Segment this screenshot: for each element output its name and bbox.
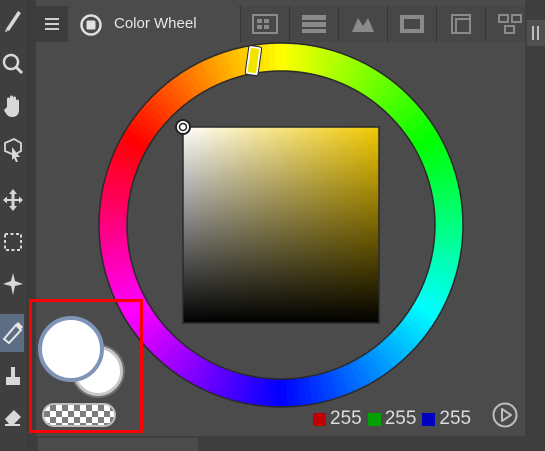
saturation-value-square[interactable] bbox=[182, 126, 380, 324]
right-dock-tab-icon[interactable] bbox=[527, 20, 545, 46]
play-icon[interactable] bbox=[492, 402, 518, 428]
sv-picker[interactable] bbox=[175, 119, 191, 135]
right-dock-strip bbox=[525, 0, 545, 451]
history-icon[interactable] bbox=[387, 6, 436, 42]
main-color-swatch[interactable] bbox=[38, 316, 104, 382]
approximate-color-icon[interactable] bbox=[338, 6, 387, 42]
blue-chip bbox=[422, 412, 436, 426]
green-value: 255 bbox=[384, 408, 417, 429]
move-layer-icon[interactable] bbox=[0, 182, 26, 218]
panel-tab-bar: Color Wheel bbox=[36, 6, 534, 42]
red-chip bbox=[313, 412, 326, 426]
bottom-panel-tab[interactable] bbox=[38, 438, 198, 451]
zoom-icon[interactable] bbox=[0, 46, 26, 82]
red-value: 255 bbox=[330, 408, 362, 429]
eraser-icon[interactable] bbox=[0, 398, 26, 434]
color-set-icon[interactable] bbox=[240, 6, 289, 42]
eyedropper-icon[interactable] bbox=[0, 314, 26, 350]
tab-color-wheel[interactable]: Color Wheel bbox=[68, 6, 240, 42]
pen-icon[interactable] bbox=[0, 2, 26, 38]
intermediate-color-icon[interactable] bbox=[289, 6, 338, 42]
fill-icon[interactable] bbox=[0, 358, 26, 394]
blue-value: 255 bbox=[439, 408, 472, 429]
green-chip bbox=[367, 412, 381, 426]
auto-select-icon[interactable] bbox=[0, 266, 26, 302]
transparent-color-swatch[interactable] bbox=[42, 403, 116, 427]
color-wheel-tab-icon bbox=[80, 14, 102, 40]
rgb-readout: 255 255 255 bbox=[313, 408, 477, 430]
hand-icon[interactable] bbox=[0, 88, 26, 124]
operation-icon[interactable] bbox=[0, 132, 26, 168]
tool-strip bbox=[0, 0, 26, 451]
tab-label: Color Wheel bbox=[114, 15, 197, 32]
selection-icon[interactable] bbox=[0, 224, 26, 260]
panel-menu-icon[interactable] bbox=[40, 12, 64, 36]
layer-property-icon[interactable] bbox=[436, 6, 485, 42]
